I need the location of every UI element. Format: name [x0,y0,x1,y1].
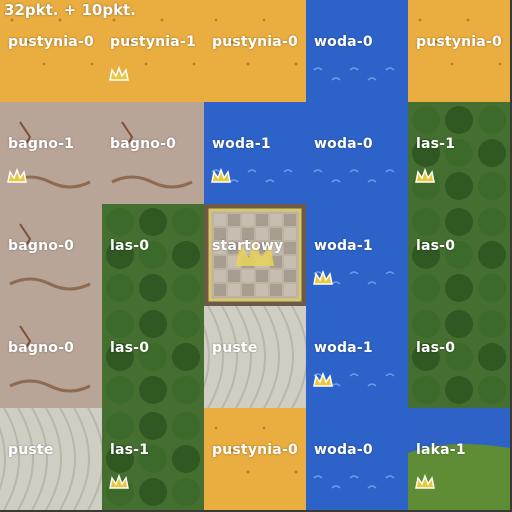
tile-label: woda-1 [314,340,373,356]
tile-label: woda-1 [314,238,373,254]
forest-tile-art [408,306,510,408]
tile-r3-c3[interactable]: startowy [204,204,306,306]
tile-label: pustynia-0 [416,34,502,50]
tile-label: bagno-0 [8,238,75,254]
crown-icon [7,167,27,183]
tile-label: pustynia-0 [8,34,94,50]
tile-r2-c4[interactable]: woda-0 [306,102,408,204]
tile-label: las-1 [416,136,456,152]
tile-label: puste [212,340,258,356]
tile-label: laka-1 [416,442,466,458]
desert-tile-art [204,0,306,102]
tile-label: pustynia-0 [212,442,298,458]
tile-r5-c4[interactable]: woda-0 [306,408,408,510]
tile-r5-c1[interactable]: puste [0,408,102,510]
forest-tile-art [102,408,204,510]
forest-tile-art [102,204,204,306]
tile-label: pustynia-0 [212,34,298,50]
crown-icon [313,371,333,387]
tile-r1-c3[interactable]: pustynia-0 [204,0,306,102]
crown-icon [313,269,333,285]
tile-r4-c5[interactable]: las-0 [408,306,510,408]
tile-label: puste [8,442,54,458]
crown-icon [415,167,435,183]
tile-r5-c2[interactable]: las-1 [102,408,204,510]
forest-tile-art [102,306,204,408]
forest-tile-art [408,102,510,204]
tile-r1-c5[interactable]: pustynia-0 [408,0,510,102]
tile-label: woda-0 [314,442,373,458]
desert-tile-art [408,0,510,102]
swamp-tile-art [0,102,102,204]
tile-r2-c2[interactable]: bagno-0 [102,102,204,204]
tile-r2-c5[interactable]: las-1 [408,102,510,204]
tile-label: woda-0 [314,34,373,50]
tile-label: woda-1 [212,136,271,152]
score-text: 32pkt. + 10pkt. [4,1,136,19]
crown-icon [109,65,129,81]
tile-label: las-0 [110,238,150,254]
water-tile-art [306,204,408,306]
tile-r4-c4[interactable]: woda-1 [306,306,408,408]
tile-r4-c1[interactable]: bagno-0 [0,306,102,408]
tile-r3-c4[interactable]: woda-1 [306,204,408,306]
forest-tile-art [408,204,510,306]
tile-r3-c1[interactable]: bagno-0 [0,204,102,306]
tile-label: las-0 [416,238,456,254]
crown-icon [109,473,129,489]
tile-label: las-1 [110,442,150,458]
tile-r2-c3[interactable]: woda-1 [204,102,306,204]
tile-label: startowy [212,238,284,254]
tile-r5-c5[interactable]: laka-1 [408,408,510,510]
tile-r4-c3[interactable]: puste [204,306,306,408]
water-tile-art [306,102,408,204]
empty-tile-art [204,306,306,408]
tile-label: bagno-1 [8,136,75,152]
swamp-tile-art [102,102,204,204]
tile-label: las-0 [416,340,456,356]
tile-r2-c1[interactable]: bagno-1 [0,102,102,204]
swamp-tile-art [0,306,102,408]
desert-tile-art [204,408,306,510]
water-tile-art [204,102,306,204]
water-tile-art [306,0,408,102]
crown-icon [211,167,231,183]
kingdom-board: 32pkt. + 10pkt. pustynia-0 pustynia-1 pu… [0,0,512,512]
tile-label: woda-0 [314,136,373,152]
meadow-tile-art [408,408,510,510]
castle-tile-art [204,204,306,306]
crown-icon [415,473,435,489]
empty-tile-art [0,408,102,510]
tile-label: pustynia-1 [110,34,196,50]
tile-label: las-0 [110,340,150,356]
tile-r4-c2[interactable]: las-0 [102,306,204,408]
water-tile-art [306,408,408,510]
water-tile-art [306,306,408,408]
tile-r3-c5[interactable]: las-0 [408,204,510,306]
swamp-tile-art [0,204,102,306]
tile-label: bagno-0 [110,136,177,152]
tile-label: bagno-0 [8,340,75,356]
tile-r5-c3[interactable]: pustynia-0 [204,408,306,510]
tile-r3-c2[interactable]: las-0 [102,204,204,306]
tile-r1-c4[interactable]: woda-0 [306,0,408,102]
